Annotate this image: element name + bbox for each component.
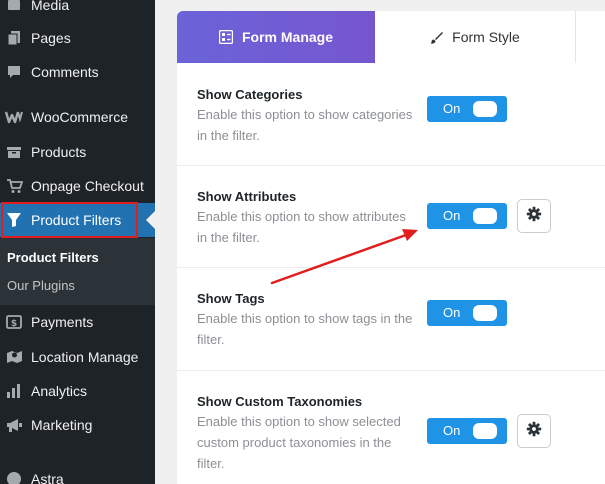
tab-divider: [575, 11, 576, 63]
payments-icon: $: [5, 313, 23, 331]
option-description: Enable this option to show tags in the f…: [197, 311, 413, 347]
option-row-show-categories: Show Categories Enable this option to sh…: [177, 63, 605, 165]
option-title: Show Tags: [197, 291, 265, 306]
toggle-knob: [473, 101, 497, 117]
sidebar-item-label: Onpage Checkout: [31, 178, 144, 194]
option-description: Enable this option to show attributes in…: [197, 209, 406, 245]
custom-taxonomies-settings-button[interactable]: [517, 414, 551, 448]
product-filters-submenu: Product Filters Our Plugins: [0, 238, 155, 305]
toggle-state-label: On: [443, 101, 461, 116]
toggle-knob: [473, 423, 497, 439]
tab-form-style[interactable]: Form Style: [375, 11, 575, 63]
show-custom-taxonomies-toggle[interactable]: On: [427, 418, 507, 444]
sidebar-item-label: Comments: [31, 64, 99, 80]
astra-icon: [5, 470, 23, 484]
settings-tabs: Form Manage Form Style: [177, 11, 605, 63]
option-row-show-custom-taxonomies: Show Custom Taxonomies Enable this optio…: [177, 371, 605, 484]
sidebar-item-payments[interactable]: $ Payments: [0, 305, 155, 339]
location-icon: [5, 348, 23, 366]
sidebar-item-astra[interactable]: Astra: [0, 462, 155, 484]
toggle-knob: [473, 305, 497, 321]
attributes-settings-button[interactable]: [517, 199, 551, 233]
option-row-show-tags: Show Tags Enable this option to show tag…: [177, 268, 605, 370]
sidebar-item-label: Product Filters: [31, 212, 122, 228]
option-title: Show Attributes: [197, 189, 297, 204]
tab-label: Form Style: [452, 29, 520, 45]
sidebar-item-label: Products: [31, 144, 87, 160]
sidebar-item-pages[interactable]: Pages: [0, 21, 155, 55]
toggle-knob: [473, 208, 497, 224]
megaphone-icon: [5, 416, 23, 434]
active-menu-pointer: [146, 211, 155, 229]
toggle-state-label: On: [443, 305, 461, 320]
brush-icon: [430, 31, 444, 44]
show-attributes-toggle[interactable]: On: [427, 203, 507, 229]
admin-sidebar: Media Pages Comments WooCommerce Product…: [0, 0, 155, 484]
pages-icon: [5, 29, 23, 47]
products-icon: [5, 143, 23, 161]
sidebar-item-label: Analytics: [31, 383, 88, 399]
sidebar-item-location-manage[interactable]: Location Manage: [0, 340, 155, 374]
sidebar-item-label: WooCommerce: [31, 109, 128, 125]
sidebar-item-woocommerce[interactable]: WooCommerce: [0, 100, 155, 134]
tab-label: Form Manage: [241, 29, 333, 45]
gear-icon: [526, 206, 542, 227]
show-categories-toggle[interactable]: On: [427, 96, 507, 122]
sidebar-item-label: Location Manage: [31, 349, 139, 365]
sidebar-item-label: Pages: [31, 30, 71, 46]
option-title: Show Custom Taxonomies: [197, 394, 363, 409]
sidebar-item-products[interactable]: Products: [0, 135, 155, 169]
tab-form-manage[interactable]: Form Manage: [177, 11, 375, 63]
media-icon: [5, 0, 23, 14]
sidebar-item-product-filters[interactable]: Product Filters: [0, 203, 155, 237]
option-row-show-attributes: Show Attributes Enable this option to sh…: [177, 166, 605, 268]
option-description: Enable this option to show categories in…: [197, 107, 413, 143]
toggle-state-label: On: [443, 423, 461, 438]
svg-text:$: $: [11, 319, 17, 329]
analytics-icon: [5, 382, 23, 400]
sidebar-item-marketing[interactable]: Marketing: [0, 408, 155, 442]
sidebar-item-onpage-checkout[interactable]: Onpage Checkout: [0, 169, 155, 203]
options-panel: Show Categories Enable this option to sh…: [177, 63, 605, 484]
sidebar-item-label: Marketing: [31, 417, 93, 433]
show-tags-toggle[interactable]: On: [427, 300, 507, 326]
cart-icon: [5, 177, 23, 195]
comments-icon: [5, 63, 23, 81]
toggle-state-label: On: [443, 208, 461, 223]
option-title: Show Categories: [197, 87, 303, 102]
filter-icon: [5, 211, 23, 229]
gear-icon: [526, 421, 542, 442]
sidebar-item-analytics[interactable]: Analytics: [0, 374, 155, 408]
sidebar-item-comments[interactable]: Comments: [0, 55, 155, 89]
submenu-item-our-plugins[interactable]: Our Plugins: [7, 278, 75, 293]
sidebar-item-label: Payments: [31, 314, 94, 330]
form-manage-icon: [218, 30, 233, 44]
sidebar-item-label: Media: [31, 0, 70, 13]
sidebar-item-media[interactable]: Media: [0, 0, 155, 22]
option-description: Enable this option to show selected cust…: [197, 414, 401, 471]
woocommerce-icon: [5, 108, 23, 126]
sidebar-item-label: Astra: [31, 471, 64, 484]
submenu-item-product-filters[interactable]: Product Filters: [7, 250, 99, 265]
